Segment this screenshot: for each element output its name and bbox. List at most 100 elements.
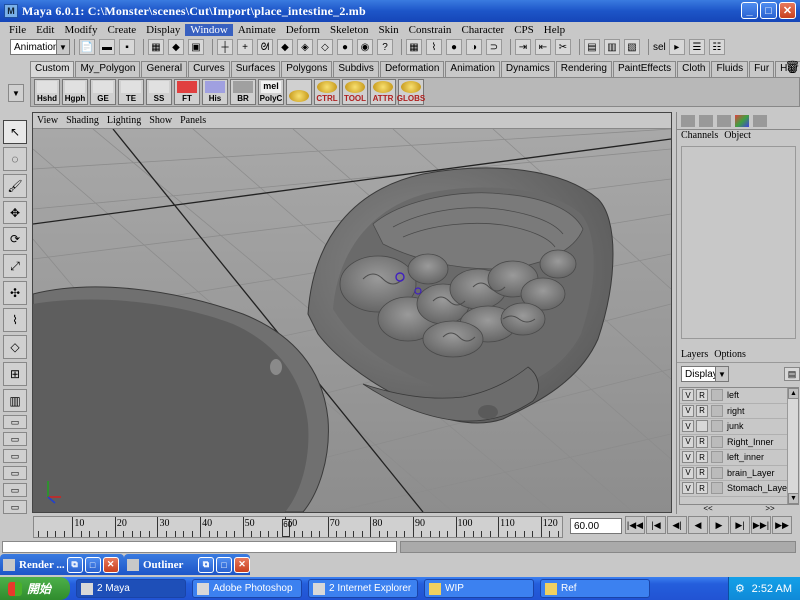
tab-cloth[interactable]: Cloth <box>677 61 711 77</box>
close-button[interactable]: ✕ <box>102 556 119 573</box>
maximize-button[interactable]: □ <box>84 556 101 573</box>
viewport-menu-panels[interactable]: Panels <box>176 115 210 126</box>
layers-menu-layers[interactable]: Layers <box>681 349 708 362</box>
scale-tool-icon[interactable]: ⤢ <box>3 254 27 279</box>
tool-settings-icon[interactable] <box>753 114 767 127</box>
layer-reference-toggle[interactable]: R <box>696 404 708 417</box>
new-scene-icon[interactable]: 📄 <box>79 39 95 55</box>
shelf-button-his[interactable]: His <box>202 79 228 105</box>
menu-display[interactable]: Display <box>141 24 185 36</box>
layer-reference-toggle[interactable] <box>696 420 708 433</box>
select-component-icon[interactable]: ▣ <box>188 39 204 55</box>
tab-general[interactable]: General <box>141 61 188 77</box>
go-to-start-icon[interactable]: |◀◀ <box>625 516 645 534</box>
taskbar-item-maya[interactable]: 2 Maya <box>76 579 186 598</box>
misc-mask-icon[interactable]: ? <box>377 39 393 55</box>
taskbar-item-wip[interactable]: WIP <box>424 579 534 598</box>
construction-history-icon[interactable]: ✂ <box>555 39 571 55</box>
minimized-render-window[interactable]: Render ... ⧉ □ ✕ <box>0 554 124 575</box>
menu-animate[interactable]: Animate <box>233 24 281 36</box>
shelf-button-ge[interactable]: GE <box>90 79 116 105</box>
dynamics-mask-icon[interactable]: ● <box>337 39 353 55</box>
channel-box-icon[interactable] <box>681 114 695 127</box>
curve-mask-icon[interactable]: ◆ <box>277 39 293 55</box>
render-layout-icon[interactable]: ▭ <box>3 483 27 498</box>
close-button[interactable]: ✕ <box>779 2 796 19</box>
persp-hypergraph-layout-icon[interactable]: ▭ <box>3 449 27 464</box>
menu-modify[interactable]: Modify <box>59 24 102 36</box>
step-back-frame-icon[interactable]: ◀| <box>667 516 687 534</box>
layer-reference-toggle[interactable]: R <box>696 482 708 495</box>
layer-visibility-toggle[interactable]: V <box>682 482 694 495</box>
layer-visibility-toggle[interactable]: V <box>682 420 694 433</box>
menu-constrain[interactable]: Constrain <box>404 24 457 36</box>
shelf-button-ft[interactable]: FT <box>174 79 200 105</box>
taskbar-item-photoshop[interactable]: Adobe Photoshop <box>192 579 302 598</box>
layer-visibility-toggle[interactable]: V <box>682 435 694 448</box>
scroll-up-icon[interactable]: ▲ <box>788 388 798 399</box>
four-view-layout-icon[interactable]: ⊞ <box>3 361 27 386</box>
ipr-render-icon[interactable]: ▥ <box>604 39 620 55</box>
snap-point-icon[interactable]: ● <box>446 39 462 55</box>
menu-create[interactable]: Create <box>102 24 141 36</box>
viewport-menu-shading[interactable]: Shading <box>62 115 103 126</box>
layer-row[interactable]: V Rright <box>680 404 798 419</box>
shelf-button-te[interactable]: TE <box>118 79 144 105</box>
network-icon[interactable]: ⚙ <box>735 582 745 595</box>
layer-visibility-toggle[interactable]: V <box>682 389 694 402</box>
tab-animation[interactable]: Animation <box>445 61 500 77</box>
restore-button[interactable]: ⧉ <box>66 556 83 573</box>
tab-rendering[interactable]: Rendering <box>555 61 612 77</box>
time-ruler[interactable]: 10 20 30 40 50 60 70 80 90 100 110 120 60 <box>33 516 563 538</box>
mode-selector[interactable]: Animation ▼ <box>10 39 70 55</box>
layer-list-scrollbar[interactable]: ▲ ▼ <box>787 388 798 504</box>
tab-curves[interactable]: Curves <box>188 61 230 77</box>
layer-color-swatch[interactable] <box>711 420 723 433</box>
layer-color-swatch[interactable] <box>711 451 723 464</box>
channel-box-toggle-icon[interactable]: ☷ <box>708 39 725 55</box>
layer-row[interactable]: Vjunk <box>680 419 798 435</box>
tab-deformation[interactable]: Deformation <box>379 61 445 77</box>
layer-reference-toggle[interactable]: R <box>696 466 708 479</box>
viewport-canvas[interactable] <box>33 129 671 512</box>
single-perspective-layout-icon[interactable]: ◇ <box>3 334 27 359</box>
taskbar-item-internet-explorer[interactable]: 2 Internet Explorer <box>308 579 418 598</box>
current-frame-field[interactable]: 60.00 <box>570 518 622 534</box>
make-live-icon[interactable]: ⊃ <box>486 39 502 55</box>
persp-outliner-layout-icon[interactable]: ▥ <box>3 388 27 413</box>
maximize-button[interactable]: □ <box>216 556 232 573</box>
current-time-marker[interactable]: 60 <box>282 519 292 537</box>
quick-select-icon[interactable]: ▸ <box>668 39 685 55</box>
layer-reference-toggle[interactable]: R <box>696 451 708 464</box>
layer-color-swatch[interactable] <box>711 482 723 495</box>
menu-file[interactable]: File <box>4 24 31 36</box>
surface-mask-icon[interactable]: ◈ <box>297 39 313 55</box>
shelf-button-polyc[interactable]: mel PolyC <box>258 79 284 105</box>
channel-menu-channels[interactable]: Channels <box>681 130 718 144</box>
layer-color-swatch[interactable] <box>711 435 723 448</box>
go-to-end-icon[interactable]: ▶▶ <box>772 516 792 534</box>
viewport-menu-view[interactable]: View <box>33 115 62 126</box>
menu-deform[interactable]: Deform <box>281 24 325 36</box>
menu-skin[interactable]: Skin <box>373 24 403 36</box>
output-ops-icon[interactable]: ⇤ <box>535 39 551 55</box>
taskbar-item-ref[interactable]: Ref <box>540 579 650 598</box>
channel-layer-icon[interactable] <box>717 114 731 127</box>
layer-visibility-toggle[interactable]: V <box>682 451 694 464</box>
select-hierarchy-icon[interactable]: ▦ <box>148 39 164 55</box>
select-object-icon[interactable]: ◆ <box>168 39 184 55</box>
hypershade-layout-icon[interactable]: ▭ <box>3 432 27 447</box>
render-frame-icon[interactable]: ▤ <box>584 39 600 55</box>
viewport-menu-lighting[interactable]: Lighting <box>103 115 145 126</box>
shelf-button-ctrl[interactable]: CTRL <box>314 79 340 105</box>
shelf-button-br[interactable]: BR <box>230 79 256 105</box>
menu-edit[interactable]: Edit <box>31 24 59 36</box>
play-forward-icon[interactable]: ▶ <box>709 516 729 534</box>
perspective-viewport[interactable]: View Shading Lighting Show Panels <box>32 112 672 513</box>
layer-row[interactable]: V R Right_Inner <box>680 435 798 450</box>
render-globals-icon[interactable]: ▧ <box>624 39 640 55</box>
viewport-menu-show[interactable]: Show <box>145 115 176 126</box>
snap-grid-icon[interactable]: ▦ <box>406 39 422 55</box>
dope-sheet-layout-icon[interactable]: ▭ <box>3 500 27 514</box>
last-tool-icon[interactable]: ⌇ <box>3 308 27 332</box>
